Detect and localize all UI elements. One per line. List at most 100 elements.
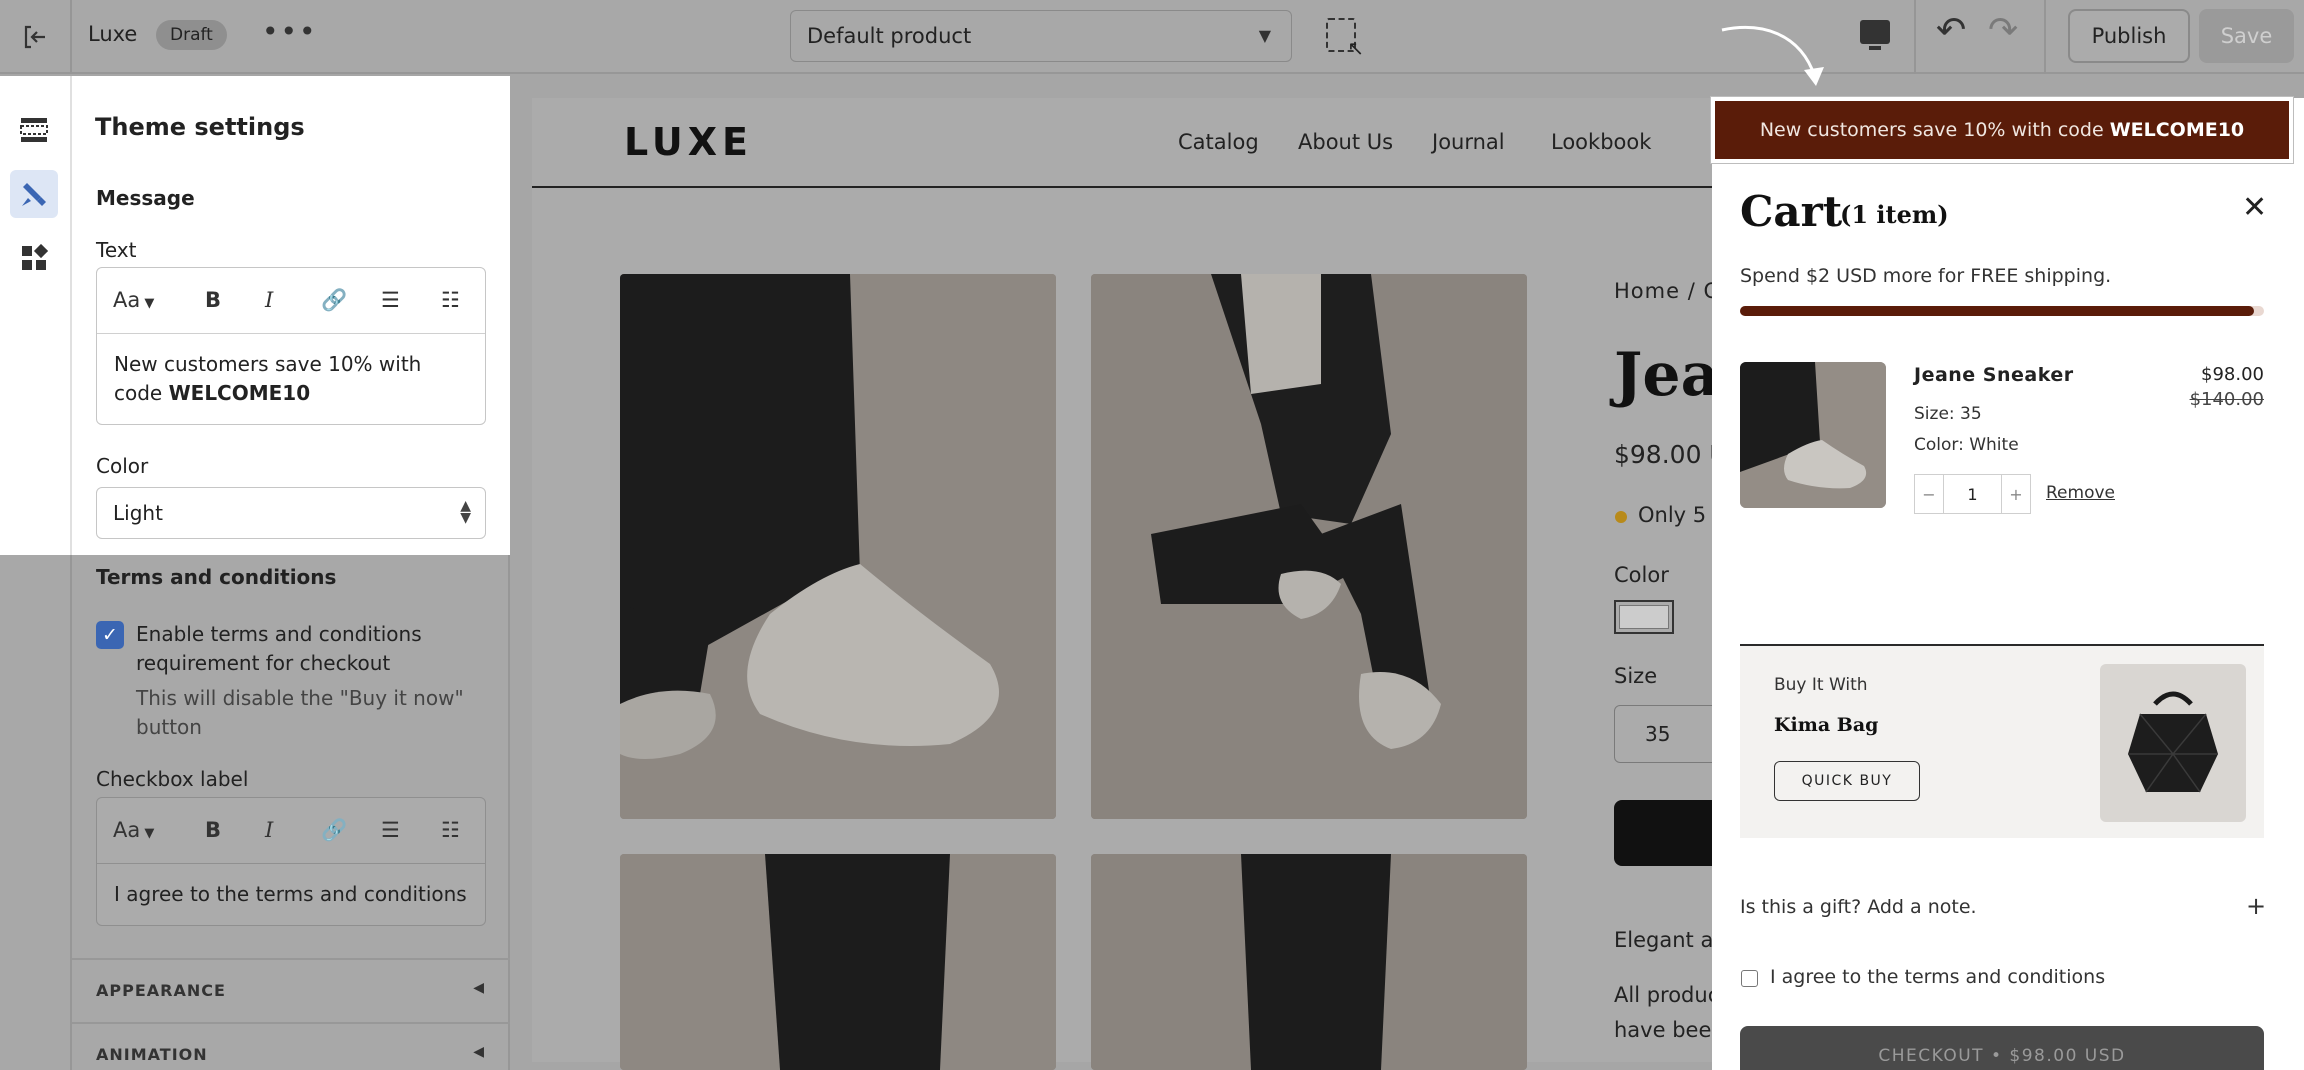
color-select[interactable]: Light ▲ ▼ bbox=[96, 487, 486, 539]
theme-settings-brush-icon[interactable] bbox=[10, 170, 58, 218]
link-icon[interactable]: 🔗 bbox=[321, 288, 347, 313]
panel-title: Theme settings bbox=[95, 113, 305, 141]
sections-icon[interactable] bbox=[10, 106, 58, 154]
terms-checkbox-label: Enable terms and conditions requirement … bbox=[136, 622, 422, 675]
italic-icon[interactable]: I bbox=[265, 288, 273, 312]
nav-journal[interactable]: Journal bbox=[1432, 130, 1505, 154]
store-name: Luxe bbox=[88, 22, 138, 46]
appearance-section[interactable]: APPEARANCE ◀ bbox=[72, 958, 510, 1022]
message-text-code: WELCOME10 bbox=[168, 381, 311, 405]
font-size-icon[interactable]: Aa ▼ bbox=[113, 818, 154, 842]
bulleted-list-icon[interactable]: ☰ bbox=[381, 288, 400, 312]
animation-section[interactable]: ANIMATION ◀ bbox=[72, 1022, 510, 1070]
template-select[interactable]: Default product ▼ bbox=[790, 10, 1292, 62]
template-select-value: Default product bbox=[807, 24, 972, 48]
quantity-stepper[interactable]: − 1 + bbox=[1914, 474, 2031, 514]
bold-icon[interactable]: B bbox=[205, 818, 221, 842]
checkout-button[interactable]: CHECKOUT • $98.00 USD bbox=[1740, 1026, 2264, 1070]
checkbox-label-text[interactable]: I agree to the terms and conditions bbox=[97, 864, 485, 925]
checkbox-label-heading: Checkbox label bbox=[96, 767, 249, 791]
close-icon[interactable]: ✕ bbox=[2242, 190, 2267, 225]
checkbox-label-editor[interactable]: Aa ▼ B I 🔗 ☰ ☷ I agree to the terms and … bbox=[96, 797, 486, 926]
nav-catalog[interactable]: Catalog bbox=[1178, 130, 1259, 154]
chevron-down-icon: ▼ bbox=[1258, 26, 1271, 45]
size-option-label: Size bbox=[1614, 664, 1658, 688]
more-actions-icon[interactable]: ••• bbox=[262, 15, 318, 48]
product-image-2[interactable] bbox=[1091, 274, 1527, 819]
exit-icon[interactable] bbox=[0, 0, 72, 74]
save-button[interactable]: Save bbox=[2199, 9, 2294, 63]
product-description-line: have been bbox=[1614, 1018, 1725, 1042]
product-image-1[interactable] bbox=[620, 274, 1056, 819]
agree-terms-checkbox[interactable] bbox=[1741, 970, 1758, 987]
remove-item-link[interactable]: Remove bbox=[2046, 483, 2115, 503]
select-arrows-icon: ▲ ▼ bbox=[460, 498, 471, 526]
add-to-cart-button[interactable] bbox=[1614, 800, 1724, 866]
numbered-list-icon[interactable]: ☷ bbox=[441, 288, 460, 312]
publish-button[interactable]: Publish bbox=[2068, 9, 2190, 63]
terms-help-text: This will disable the "Buy it now" butto… bbox=[136, 686, 464, 739]
rte-toolbar: Aa ▼ B I 🔗 ☰ ☷ bbox=[97, 798, 485, 864]
bold-icon[interactable]: B bbox=[205, 288, 221, 312]
size-select[interactable]: 35 bbox=[1614, 705, 1724, 763]
curved-arrow-icon bbox=[1721, 26, 1824, 86]
gift-note-toggle[interactable]: Is this a gift? Add a note. bbox=[1740, 896, 1977, 918]
link-icon[interactable]: 🔗 bbox=[321, 818, 347, 843]
upsell-product-image[interactable] bbox=[2100, 664, 2246, 822]
cart-item-price: $98.00 bbox=[2201, 364, 2264, 385]
decrease-quantity-button[interactable]: − bbox=[1915, 475, 1944, 513]
stock-status: Only 5 l bbox=[1638, 503, 1719, 527]
quantity-value[interactable]: 1 bbox=[1944, 475, 2001, 513]
stock-dot-icon bbox=[1615, 511, 1627, 523]
announcement-text: New customers save 10% with code bbox=[1759, 119, 2104, 141]
chevron-left-icon: ◀ bbox=[473, 1044, 484, 1060]
message-heading: Message bbox=[96, 186, 195, 210]
message-text[interactable]: New customers save 10% with code WELCOME… bbox=[97, 334, 485, 424]
left-rail-overlay bbox=[0, 555, 72, 1070]
bulleted-list-icon[interactable]: ☰ bbox=[381, 818, 400, 842]
cart-item-compare-price: $140.00 bbox=[2189, 389, 2264, 410]
upsell-pre-label: Buy It With bbox=[1774, 675, 1868, 695]
product-image-4[interactable] bbox=[1091, 854, 1527, 1070]
cart-item-image[interactable] bbox=[1740, 362, 1886, 508]
size-select-value: 35 bbox=[1645, 722, 1671, 746]
quick-buy-button[interactable]: QUICK BUY bbox=[1774, 761, 1920, 801]
font-size-icon[interactable]: Aa ▼ bbox=[113, 288, 154, 312]
cart-item-count: (1 item) bbox=[1840, 200, 1949, 229]
section-label: ANIMATION bbox=[96, 1045, 208, 1064]
announcement-code: WELCOME10 bbox=[2109, 119, 2245, 141]
desktop-view-icon[interactable] bbox=[1860, 20, 1890, 50]
cart-title: Cart bbox=[1740, 187, 1843, 236]
nav-lookbook[interactable]: Lookbook bbox=[1551, 130, 1651, 154]
color-option-label: Color bbox=[1614, 563, 1669, 587]
product-description-line: All produc bbox=[1614, 983, 1720, 1007]
agree-terms-label: I agree to the terms and conditions bbox=[1770, 966, 2106, 988]
plus-icon[interactable]: + bbox=[2246, 892, 2266, 920]
breadcrumb[interactable]: Home / C bbox=[1614, 279, 1719, 303]
increase-quantity-button[interactable]: + bbox=[2001, 475, 2030, 513]
progress-fill bbox=[1740, 306, 2254, 316]
terms-checkbox[interactable]: ✓ bbox=[96, 621, 124, 649]
redo-icon[interactable]: ↷ bbox=[1988, 10, 2018, 51]
rte-toolbar: Aa ▼ B I 🔗 ☰ ☷ bbox=[97, 268, 485, 334]
product-price: $98.00 U bbox=[1614, 440, 1728, 469]
message-rich-text-editor[interactable]: Aa ▼ B I 🔗 ☰ ☷ New customers save 10% wi… bbox=[96, 267, 486, 425]
product-image-3[interactable] bbox=[620, 854, 1056, 1070]
numbered-list-icon[interactable]: ☷ bbox=[441, 818, 460, 842]
undo-icon[interactable]: ↶ bbox=[1936, 10, 1966, 51]
inspector-icon[interactable] bbox=[1326, 18, 1364, 60]
cart-item-name[interactable]: Jeane Sneaker bbox=[1914, 364, 2074, 386]
store-logo[interactable]: LUXE bbox=[624, 120, 753, 164]
free-shipping-message: Spend $2 USD more for FREE shipping. bbox=[1740, 265, 2112, 287]
upsell-product-name[interactable]: Kima Bag bbox=[1774, 714, 1878, 736]
nav-about-us[interactable]: About Us bbox=[1298, 130, 1393, 154]
announcement-bar[interactable]: New customers save 10% with code WELCOME1… bbox=[1711, 97, 2293, 163]
color-swatch[interactable] bbox=[1614, 600, 1674, 634]
cart-drawer bbox=[1712, 98, 2304, 1070]
italic-icon[interactable]: I bbox=[265, 818, 273, 842]
app-blocks-icon[interactable] bbox=[10, 234, 58, 282]
free-shipping-progress bbox=[1740, 306, 2264, 316]
color-field-label: Color bbox=[96, 454, 149, 478]
color-select-value: Light bbox=[113, 501, 163, 525]
product-description-heading: Elegant an bbox=[1614, 928, 1727, 952]
